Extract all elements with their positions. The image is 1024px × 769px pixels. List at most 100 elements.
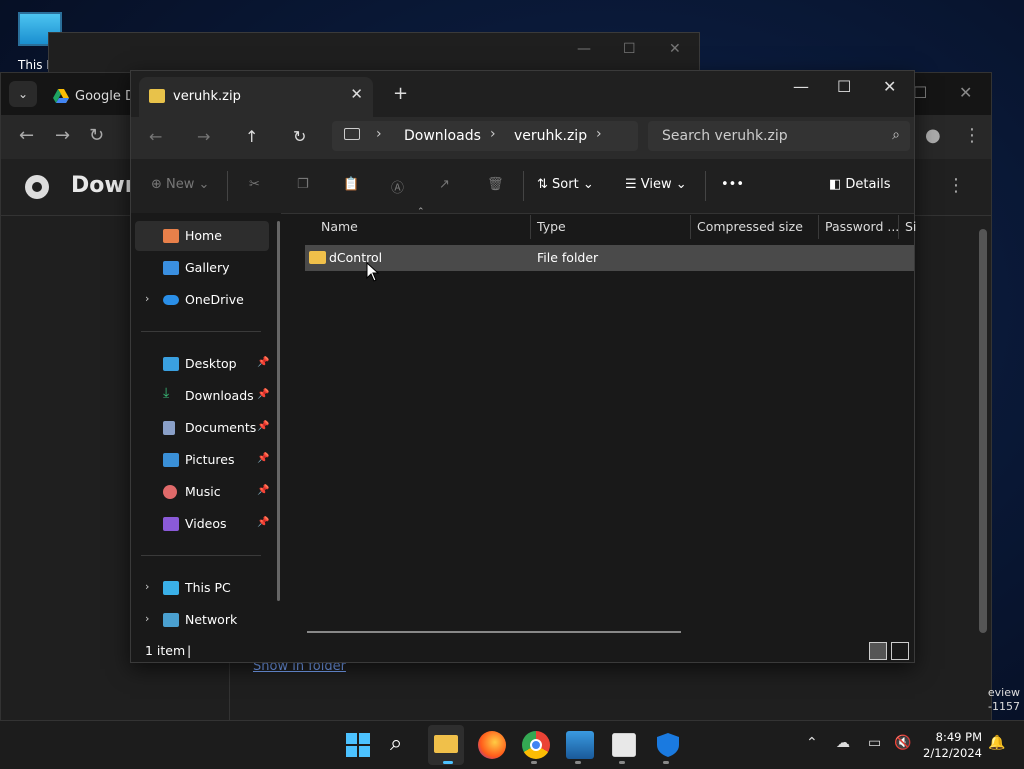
- view-button[interactable]: ☰ View ⌄: [625, 177, 687, 192]
- reload-icon[interactable]: ↻: [89, 125, 104, 146]
- notifications-bell-icon[interactable]: 🔔: [988, 735, 1005, 751]
- back-icon[interactable]: ←: [19, 125, 34, 146]
- share-icon[interactable]: ↗: [439, 177, 450, 192]
- onedrive-offline-icon[interactable]: ☁: [836, 735, 850, 751]
- menu-icon[interactable]: ⋮: [963, 125, 981, 146]
- minimize-icon[interactable]: —: [577, 41, 591, 57]
- videos-icon: [163, 517, 179, 531]
- watermark-line: -1157: [988, 700, 1020, 713]
- nav-scrollbar[interactable]: [277, 221, 280, 601]
- nav-item-desktop[interactable]: Desktop 📌: [135, 349, 269, 379]
- pin-icon: 📌: [257, 389, 270, 400]
- chevron-right-icon[interactable]: ›: [596, 126, 602, 142]
- address-bar[interactable]: › Downloads › veruhk.zip ›: [332, 121, 638, 151]
- nav-item-home[interactable]: Home: [135, 221, 269, 251]
- package-icon[interactable]: [612, 733, 636, 757]
- nav-item-onedrive[interactable]: › OneDrive: [135, 285, 269, 315]
- new-tab-button[interactable]: +: [393, 83, 408, 104]
- more-options-button[interactable]: •••: [721, 177, 744, 192]
- start-windows-icon[interactable]: [344, 731, 372, 759]
- volume-muted-icon[interactable]: 🔇: [894, 735, 911, 751]
- horizontal-scrollbar[interactable]: [307, 631, 681, 633]
- delete-icon[interactable]: 🗑: [487, 177, 504, 192]
- nav-item-network[interactable]: › Network: [135, 605, 269, 635]
- details-view-icon[interactable]: [869, 642, 887, 660]
- sort-button[interactable]: ⇅ Sort ⌄: [537, 177, 594, 192]
- tab-search-button[interactable]: ⌄: [9, 81, 37, 107]
- desktop-icon: [163, 357, 179, 371]
- breadcrumb-downloads[interactable]: Downloads: [404, 128, 481, 144]
- chevron-right-icon[interactable]: ›: [145, 292, 149, 305]
- profile-icon[interactable]: ●: [925, 125, 941, 146]
- close-tab-icon[interactable]: ✕: [350, 85, 363, 103]
- file-explorer-taskbar-button[interactable]: [428, 725, 464, 765]
- paste-icon[interactable]: 📋: [343, 177, 359, 192]
- cut-icon[interactable]: ✂: [249, 177, 260, 192]
- network-icon[interactable]: ▭: [868, 735, 881, 751]
- pin-icon: 📌: [257, 357, 270, 368]
- background-window: — ☐ ✕: [48, 32, 700, 74]
- nav-item-documents[interactable]: Documents 📌: [135, 413, 269, 443]
- refresh-icon[interactable]: ↻: [293, 127, 306, 146]
- column-header-type[interactable]: Type: [537, 219, 566, 234]
- nav-label: Gallery: [185, 260, 230, 275]
- chevron-up-icon[interactable]: ⌃: [806, 735, 818, 751]
- windows-security-icon[interactable]: [654, 731, 682, 759]
- scrollbar-thumb[interactable]: [979, 229, 987, 633]
- chevron-right-icon[interactable]: ›: [145, 580, 149, 593]
- forward-icon[interactable]: →: [197, 127, 210, 146]
- chevron-right-icon[interactable]: ›: [376, 126, 382, 142]
- chevron-right-icon[interactable]: ›: [490, 126, 496, 142]
- divider: [818, 215, 819, 239]
- nav-item-downloads[interactable]: ⤓ Downloads 📌: [135, 381, 269, 411]
- details-label: Details: [845, 177, 891, 192]
- details-button[interactable]: ◧ Details: [829, 177, 891, 192]
- more-icon[interactable]: ⋮: [947, 175, 965, 196]
- column-header-size[interactable]: Si: [905, 219, 916, 234]
- maximize-icon[interactable]: ☐: [837, 77, 851, 96]
- minimize-icon[interactable]: —: [793, 77, 809, 96]
- divider: [898, 215, 899, 239]
- column-header-password[interactable]: Password ...: [825, 219, 899, 234]
- task-manager-icon[interactable]: [566, 731, 594, 759]
- chevron-right-icon[interactable]: ›: [145, 612, 149, 625]
- nav-item-videos[interactable]: Videos 📌: [135, 509, 269, 539]
- new-button[interactable]: ⊕ New ⌄: [151, 177, 209, 192]
- nav-item-this-pc[interactable]: › This PC: [135, 573, 269, 603]
- nav-label: This PC: [185, 580, 231, 595]
- maximize-icon[interactable]: ☐: [623, 41, 636, 57]
- close-icon[interactable]: ✕: [669, 41, 681, 57]
- text-cursor: |: [187, 643, 192, 658]
- nav-item-pictures[interactable]: Pictures 📌: [135, 445, 269, 475]
- table-row[interactable]: dControl File folder: [305, 245, 914, 271]
- rename-icon[interactable]: Ⓐ: [391, 177, 404, 196]
- back-icon[interactable]: ←: [149, 127, 162, 146]
- up-icon[interactable]: ↑: [245, 127, 258, 146]
- copy-icon[interactable]: ❐: [297, 177, 309, 192]
- command-bar: ⊕ New ⌄ ✂ ❐ 📋 Ⓐ ↗ 🗑 ⇅ Sort ⌄ ☰ View ⌄ ••…: [131, 159, 914, 214]
- close-icon[interactable]: ✕: [883, 77, 896, 96]
- computer-icon: [344, 128, 360, 140]
- maximize-icon[interactable]: ☐: [913, 83, 927, 102]
- forward-icon[interactable]: →: [55, 125, 70, 146]
- nav-label: Documents: [185, 420, 257, 435]
- firefox-icon[interactable]: [478, 731, 506, 759]
- explorer-tab-title: veruhk.zip: [173, 89, 241, 104]
- chrome-icon[interactable]: [522, 731, 550, 759]
- column-header-name[interactable]: Name: [321, 219, 358, 234]
- nav-item-gallery[interactable]: Gallery: [135, 253, 269, 283]
- close-icon[interactable]: ✕: [959, 83, 972, 102]
- nav-item-music[interactable]: Music 📌: [135, 477, 269, 507]
- scrollbar[interactable]: [977, 219, 989, 643]
- clock[interactable]: 8:49 PM 2/12/2024: [923, 729, 982, 761]
- running-indicator: [575, 761, 581, 764]
- tiles-view-icon[interactable]: [891, 642, 909, 660]
- navigation-pane: Home Gallery › OneDrive Desktop 📌 ⤓ Down…: [131, 213, 281, 639]
- search-input[interactable]: Search veruhk.zip ⌕: [648, 121, 910, 151]
- column-header-compressed-size[interactable]: Compressed size: [697, 219, 803, 234]
- explorer-tab[interactable]: veruhk.zip ✕: [139, 77, 373, 117]
- breadcrumb-zip[interactable]: veruhk.zip: [514, 128, 587, 144]
- search-icon[interactable]: ⌕: [390, 731, 418, 759]
- shield-icon: [657, 733, 679, 757]
- divider: [227, 171, 228, 201]
